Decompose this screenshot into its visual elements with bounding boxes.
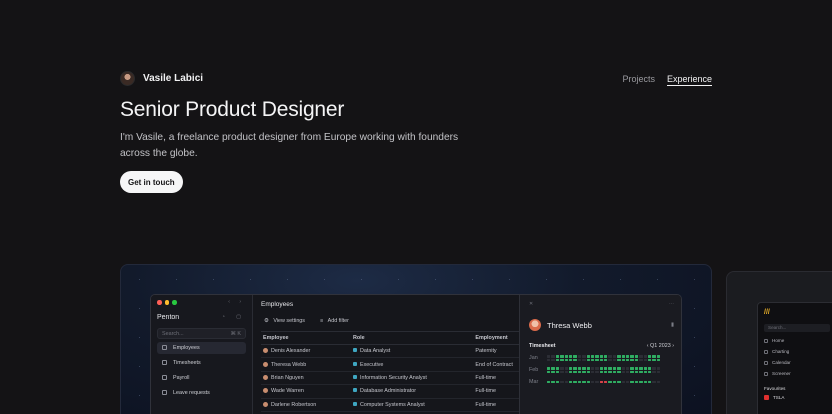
role-icon	[353, 401, 357, 406]
sidebar-item-timesheets: Timesheets	[157, 357, 246, 369]
trading-nav-home: Home	[764, 338, 830, 343]
panel-toolbar: ✕ ⋯	[529, 301, 674, 307]
app-title: Employees	[261, 301, 294, 308]
screener-icon	[764, 371, 768, 376]
role-icon	[353, 361, 357, 366]
close-dot-icon	[157, 300, 162, 305]
role-icon	[353, 348, 357, 353]
avatar	[263, 374, 268, 380]
ticker-item: TSLA	[764, 395, 830, 400]
employee-detail-panel: ✕ ⋯ Thresa Webb ▮ Timesheet ‹ Q1 2023 › …	[519, 295, 681, 414]
calendar-icon	[764, 360, 768, 365]
avatar	[263, 401, 268, 407]
timesheet-cells	[547, 367, 661, 373]
role-icon	[353, 374, 357, 379]
col-role: Role	[351, 331, 474, 345]
table-row: Darlene Robertson Computer Systems Analys…	[261, 398, 551, 412]
project-showcase-card-2[interactable]: /// Search... Home Charting Calendar Scr…	[726, 271, 832, 414]
sidebar-item-label: Leave requests	[173, 389, 210, 396]
get-in-touch-button[interactable]: Get in touch	[120, 171, 183, 193]
timesheet-row: Mar	[529, 379, 674, 385]
period-selector: ‹ Q1 2023 ›	[646, 343, 674, 349]
col-employee: Employee	[261, 331, 351, 345]
table-row: Wade Warren Database Administrator Full-ti…	[261, 384, 551, 399]
nav-arrows-icon: ‹ ›	[228, 299, 245, 305]
person-header: Thresa Webb ▮	[529, 319, 674, 331]
brand[interactable]: Vasile Labici	[120, 71, 203, 86]
timesheet-header: Timesheet ‹ Q1 2023 ›	[529, 343, 674, 349]
avatar	[263, 348, 268, 354]
trading-nav-calendar: Calendar	[764, 360, 830, 365]
page: Vasile Labici Projects Experience Senior…	[0, 0, 832, 414]
brand-name: Vasile Labici	[143, 73, 204, 84]
app-toolbar: ⚙ View settings ≡ Add filter	[261, 317, 515, 325]
users-icon	[162, 345, 167, 350]
avatar	[263, 361, 268, 367]
maximize-dot-icon	[172, 300, 177, 305]
home-icon	[764, 338, 768, 343]
ticker-icon	[764, 395, 769, 400]
table-row: Denis AlexanderData AnalystPaternityD	[261, 344, 551, 359]
view-settings-button: ⚙ View settings	[264, 318, 306, 324]
timesheet-row: Feb	[529, 367, 674, 373]
trading-app-window: /// Search... Home Charting Calendar Scr…	[757, 302, 832, 414]
add-filter-button: ≡ Add filter	[320, 318, 349, 324]
sidebar-item-label: Payroll	[173, 374, 190, 381]
app-sidebar: ‹ › Penton ◔ ▢ Search... ⌘ K Employees T…	[151, 295, 253, 414]
person-name: Thresa Webb	[547, 320, 592, 330]
wallet-icon	[162, 375, 167, 380]
timesheet-row: Jan	[529, 355, 674, 361]
timesheet-label: Timesheet	[529, 343, 556, 349]
month-label: Jan	[529, 355, 538, 361]
trading-search-input: Search...	[764, 324, 830, 332]
minimize-dot-icon	[164, 300, 169, 305]
org-header: Penton ◔ ▢	[157, 314, 246, 321]
sidebar-item-employees: Employees	[157, 341, 246, 354]
app-main: Employees ⚙ View settings ≡ Add filter E…	[253, 295, 551, 414]
more-icon: ⋯	[669, 301, 674, 307]
chart-icon	[764, 349, 768, 354]
project-showcase-card[interactable]: ‹ › Penton ◔ ▢ Search... ⌘ K Employees T…	[120, 264, 712, 414]
trading-logo-icon: ///	[764, 309, 770, 316]
org-name: Penton	[157, 313, 180, 321]
calendar-icon	[162, 390, 167, 395]
table-header: Employee Role Employment D	[261, 331, 551, 345]
hero-subtitle: I'm Vasile, a freelance product designer…	[120, 132, 459, 159]
timesheet-cells	[547, 380, 661, 384]
table-row: Theresa WebbExecutiveEnd of ContractH	[261, 357, 551, 372]
trading-nav-screener: Screener	[764, 371, 830, 376]
avatar	[529, 319, 541, 331]
nav-experience[interactable]: Experience	[666, 74, 712, 86]
nav-projects[interactable]: Projects	[622, 74, 655, 86]
sidebar-item-label: Timesheets	[173, 359, 201, 366]
search-placeholder: Search...	[162, 330, 184, 337]
sidebar-item-leave-requests: Leave requests	[157, 387, 246, 399]
favourites-heading: Favourites	[764, 386, 786, 391]
avatar	[263, 388, 268, 394]
month-label: Mar	[529, 379, 539, 385]
sidebar-item-payroll: Payroll	[157, 372, 246, 384]
timesheet-cells	[547, 355, 661, 361]
app-search-input: Search... ⌘ K	[157, 327, 246, 339]
avatar	[120, 71, 135, 86]
sidebar-item-label: Employees	[173, 344, 200, 351]
trading-nav-charting: Charting	[764, 349, 830, 354]
table-row: Brian Nguyen Information Security Analyst…	[261, 371, 551, 386]
close-icon: ✕	[529, 301, 534, 307]
hero-title: Senior Product Designer	[120, 98, 345, 121]
app-window: ‹ › Penton ◔ ▢ Search... ⌘ K Employees T…	[150, 294, 682, 414]
clock-icon	[162, 360, 167, 365]
employees-table: Employee Role Employment D Denis Alexand…	[261, 331, 551, 412]
top-nav: Projects Experience	[622, 74, 712, 86]
role-icon	[353, 388, 357, 393]
search-shortcut: ⌘ K	[230, 330, 241, 337]
month-label: Feb	[529, 367, 539, 373]
pin-icon: ▮	[671, 322, 674, 328]
bell-icon: ◔ ▢	[221, 313, 246, 320]
